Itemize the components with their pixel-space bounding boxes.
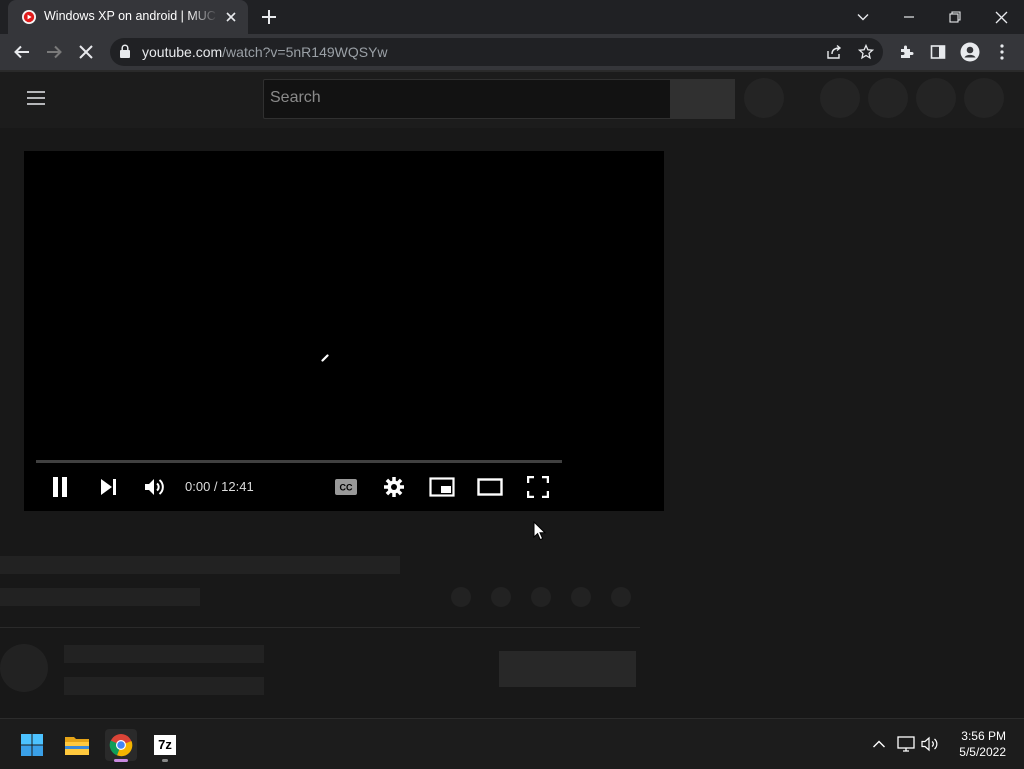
mouse-cursor-icon <box>533 520 547 541</box>
show-hidden-icons-icon[interactable] <box>870 735 888 753</box>
browser-tab[interactable]: Windows XP on android | MUCH <box>8 0 248 34</box>
new-tab-icon[interactable] <box>260 8 278 26</box>
forward-icon[interactable] <box>42 40 66 64</box>
time-display: 0:00 / 12:41 <box>185 479 254 494</box>
search-button[interactable] <box>671 79 735 119</box>
menu-icon[interactable] <box>990 40 1014 64</box>
chrome-icon[interactable] <box>105 729 137 761</box>
header-button-placeholder <box>868 78 908 118</box>
share-icon[interactable] <box>822 40 846 64</box>
volume-icon[interactable] <box>142 474 168 500</box>
tab-list-icon[interactable] <box>840 0 886 34</box>
tab-title-fade <box>188 0 218 34</box>
action-placeholder <box>531 587 551 607</box>
stop-icon[interactable] <box>74 40 98 64</box>
avatar-placeholder <box>964 78 1004 118</box>
clock-date[interactable]: 5/5/2022 <box>952 745 1006 759</box>
minimize-icon[interactable] <box>886 0 932 34</box>
settings-icon[interactable] <box>381 474 407 500</box>
channel-avatar-placeholder <box>0 644 48 692</box>
restore-icon[interactable] <box>932 0 978 34</box>
subscriber-count-placeholder <box>64 677 264 695</box>
header-button-placeholder <box>916 78 956 118</box>
guide-menu-icon[interactable] <box>24 86 48 110</box>
search-placeholder: Search <box>270 89 321 106</box>
chrome-active-indicator <box>114 759 128 762</box>
network-icon[interactable] <box>896 734 916 754</box>
theater-mode-icon[interactable] <box>477 474 503 500</box>
clock-time[interactable]: 3:56 PM <box>960 729 1006 743</box>
action-placeholder <box>491 587 511 607</box>
section-divider <box>0 627 640 628</box>
next-icon[interactable] <box>95 474 121 500</box>
action-placeholder <box>611 587 631 607</box>
captions-icon[interactable]: CC <box>333 474 359 500</box>
channel-name-placeholder <box>64 645 264 663</box>
7zip-label: 7z <box>154 735 176 755</box>
lock-icon[interactable] <box>119 44 131 58</box>
header-button-placeholder <box>820 78 860 118</box>
action-placeholder <box>571 587 591 607</box>
title-placeholder <box>0 556 400 574</box>
search-input[interactable] <box>263 79 671 119</box>
url-text[interactable]: youtube.com/watch?v=5nR149WQSYw <box>142 44 388 60</box>
side-panel-icon[interactable] <box>926 40 950 64</box>
tab-close-icon[interactable] <box>223 9 239 25</box>
7zip-icon[interactable]: 7z <box>149 729 181 761</box>
pause-icon[interactable] <box>47 474 73 500</box>
progress-bar[interactable] <box>36 460 562 463</box>
youtube-favicon-icon <box>22 10 36 24</box>
voice-search-placeholder <box>744 78 784 118</box>
file-explorer-icon[interactable] <box>61 729 93 761</box>
miniplayer-icon[interactable] <box>429 474 455 500</box>
volume-icon[interactable] <box>920 734 942 754</box>
7zip-running-indicator <box>162 759 168 762</box>
subscribe-button-placeholder <box>499 651 636 687</box>
url-host: youtube.com <box>142 44 223 60</box>
star-icon[interactable] <box>854 40 878 64</box>
back-icon[interactable] <box>10 40 34 64</box>
extensions-icon[interactable] <box>894 40 918 64</box>
video-player[interactable] <box>24 151 664 511</box>
close-icon[interactable] <box>978 0 1024 34</box>
fullscreen-icon[interactable] <box>525 474 551 500</box>
views-placeholder <box>0 588 200 606</box>
svg-text:CC: CC <box>340 483 353 493</box>
start-icon[interactable] <box>16 729 48 761</box>
loading-spinner <box>321 349 329 362</box>
url-path: /watch?v=5nR149WQSYw <box>222 44 388 60</box>
profile-icon[interactable] <box>958 40 982 64</box>
action-placeholder <box>451 587 471 607</box>
